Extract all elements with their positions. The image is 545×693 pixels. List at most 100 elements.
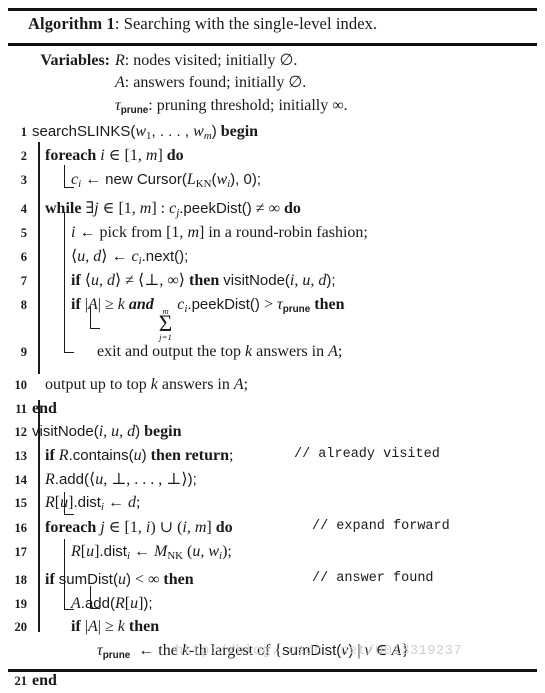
line-code-10: output up to top k answers in A; [45, 375, 249, 393]
code-line: 2 foreach i ∈ [1, m] do [6, 144, 539, 168]
code-line: 8 if |A| ≥ k and m Σj=1 ci.peekDist() > τ… [6, 293, 539, 342]
line-code-12: visitNode(i, u, d) begin [32, 423, 182, 441]
code-line: 16 foreach j ∈ [1, i) ∪ (i, m] do // exp… [6, 516, 539, 540]
code-line: 15 R[u].disti ← d; [6, 491, 539, 515]
variable-desc-tau: : pruning threshold; initially ∞. [148, 97, 348, 115]
algorithm-title: Searching with the single-level index. [123, 14, 378, 33]
line-body: searchSLINKS(w1, . . . , wm) begin [32, 120, 539, 144]
line-code-9: exit and output the top k answers in A; [97, 343, 343, 361]
algorithm-float: Algorithm 1: Searching with the single-l… [0, 8, 545, 689]
line-body: foreach j ∈ [1, i) ∪ (i, m] do // expand… [32, 516, 539, 540]
line-number: 17 [14, 544, 28, 559]
code-line: 9 exit and output the top k answers in A… [6, 340, 539, 364]
code-line: 21 end [6, 669, 539, 693]
line-number: 16 [14, 520, 28, 535]
line-code-1: searchSLINKS(w1, . . . , wm) begin [32, 122, 259, 142]
line-code-5: i ← pick from [1, m] in a round-robin fa… [71, 224, 368, 242]
code-line: 20 if |A| ≥ k then [6, 615, 539, 639]
line-body: i ← pick from [1, m] in a round-robin fa… [32, 221, 539, 245]
line-number: 13 [14, 448, 28, 463]
line-body: if |A| ≥ k then [32, 615, 539, 639]
line-comment-18: // answer found [312, 571, 434, 587]
line-number: 5 [20, 226, 27, 241]
line-number: 7 [20, 274, 27, 289]
line-number: 11 [15, 401, 27, 416]
variable-entry-a: A: answers found; initially ∅. [115, 72, 539, 95]
caption-separator: : [114, 14, 124, 33]
code-line: 3 ci ← new Cursor(LKN(wi), 0); [6, 168, 539, 192]
algorithm-body: 1 searchSLINKS(w1, . . . , wm) begin 2 f… [6, 120, 539, 693]
line-body: A.add(R[u]); [32, 592, 539, 616]
variables-row: A: answers found; initially ∅. [6, 72, 539, 95]
line-body: if sumDist(u) < ∞ then // answer found [32, 568, 539, 592]
watermark: http://blog. csdn. net/u013319237 [175, 644, 463, 659]
line-number: 10 [14, 377, 28, 392]
line-code-13: if R.contains(u) then return; [45, 446, 234, 464]
line-body: end [32, 669, 539, 693]
variable-desc-r: : nodes visited; initially ∅. [124, 51, 298, 69]
line-code-19: A.add(R[u]); [71, 594, 153, 612]
line-code-20: if |A| ≥ k then [71, 618, 160, 636]
line-body: while ∃j ∈ [1, m] : cj.peekDist() ≠ ∞ do [32, 197, 539, 221]
variables-label: Variables: [40, 51, 110, 69]
line-body: end [32, 397, 539, 421]
line-number: 18 [14, 573, 28, 588]
code-line: 11 end [6, 397, 539, 421]
line-number [6, 639, 32, 644]
line-comment-16: // expand forward [312, 518, 450, 534]
line-number: 14 [14, 472, 28, 487]
line-body: R.add(⟨u, ⊥, . . . , ⊥⟩); [32, 468, 539, 492]
line-code-8: if |A| ≥ k and m Σj=1 ci.peekDist() > τpr… [71, 295, 345, 342]
code-line: 18 if sumDist(u) < ∞ then // answer foun… [6, 568, 539, 592]
line-comment-13: // already visited [294, 446, 440, 462]
code-line: 7 if ⟨u, d⟩ ≠ ⟨⊥, ∞⟩ then visitNode(i, u… [6, 269, 539, 293]
line-number: 9 [20, 345, 27, 360]
code-line: 10 output up to top k answers in A; [6, 373, 539, 397]
line-body: R[u].disti ← d; [32, 491, 539, 515]
line-code-17: R[u].disti ← MNK (u, wi); [71, 542, 232, 562]
variables-block: Variables: R: nodes visited; initially ∅… [6, 46, 539, 120]
variables-row: Variables: R: nodes visited; initially ∅… [6, 50, 539, 73]
line-number: 20 [14, 620, 28, 635]
line-body: exit and output the top k answers in A; [32, 340, 539, 364]
line-code-14: R.add(⟨u, ⊥, . . . , ⊥⟩); [45, 470, 197, 488]
line-code-21: end [32, 672, 57, 690]
line-code-11: end [32, 399, 57, 417]
line-number: 6 [20, 249, 27, 264]
line-body: output up to top k answers in A; [32, 373, 539, 397]
line-body: if R.contains(u) then return; // already… [32, 444, 539, 468]
code-line: 5 i ← pick from [1, m] in a round-robin … [6, 221, 539, 245]
line-body: visitNode(i, u, d) begin [32, 420, 539, 444]
variable-name-r: R [115, 51, 125, 69]
line-body: foreach i ∈ [1, m] do [32, 144, 539, 168]
variables-row: τprune: pruning threshold; initially ∞. [6, 95, 539, 118]
line-code-6: ⟨u, d⟩ ← ci.next(); [71, 247, 189, 267]
line-body: R[u].disti ← MNK (u, wi); [32, 540, 539, 564]
code-line: 14 R.add(⟨u, ⊥, . . . , ⊥⟩); [6, 468, 539, 492]
line-body: ci ← new Cursor(LKN(wi), 0); [32, 168, 539, 192]
line-number: 12 [14, 425, 28, 440]
algorithm-label: Algorithm 1 [28, 14, 115, 33]
line-body: ⟨u, d⟩ ← ci.next(); [32, 245, 539, 269]
line-body: if |A| ≥ k and m Σj=1 ci.peekDist() > τpr… [32, 293, 539, 342]
line-code-16: foreach j ∈ [1, i) ∪ (i, m] do [45, 518, 233, 536]
code-line: 19 A.add(R[u]); [6, 592, 539, 616]
line-number: 1 [20, 124, 27, 139]
variable-desc-a: : answers found; initially ∅. [124, 74, 307, 92]
line-code-15: R[u].disti ← d; [45, 494, 141, 514]
line-code-18: if sumDist(u) < ∞ then [45, 571, 194, 589]
code-line: 4 while ∃j ∈ [1, m] : cj.peekDist() ≠ ∞ … [6, 197, 539, 221]
line-body: if ⟨u, d⟩ ≠ ⟨⊥, ∞⟩ then visitNode(i, u, … [32, 269, 539, 293]
code-line: 13 if R.contains(u) then return; // alre… [6, 444, 539, 468]
line-code-3: ci ← new Cursor(LKN(wi), 0); [71, 171, 261, 191]
line-code-4: while ∃j ∈ [1, m] : cj.peekDist() ≠ ∞ do [45, 199, 301, 219]
algorithm-caption: Algorithm 1: Searching with the single-l… [6, 11, 539, 39]
variable-name-tau: τprune [115, 97, 149, 116]
line-number: 19 [14, 596, 28, 611]
line-code-7: if ⟨u, d⟩ ≠ ⟨⊥, ∞⟩ then visitNode(i, u, … [71, 272, 336, 290]
variable-entry-r: R: nodes visited; initially ∅. [115, 50, 539, 73]
code-line: 12 visitNode(i, u, d) begin [6, 420, 539, 444]
variable-name-a: A [115, 74, 125, 92]
line-number: 15 [14, 496, 28, 511]
line-number: 8 [20, 297, 27, 312]
